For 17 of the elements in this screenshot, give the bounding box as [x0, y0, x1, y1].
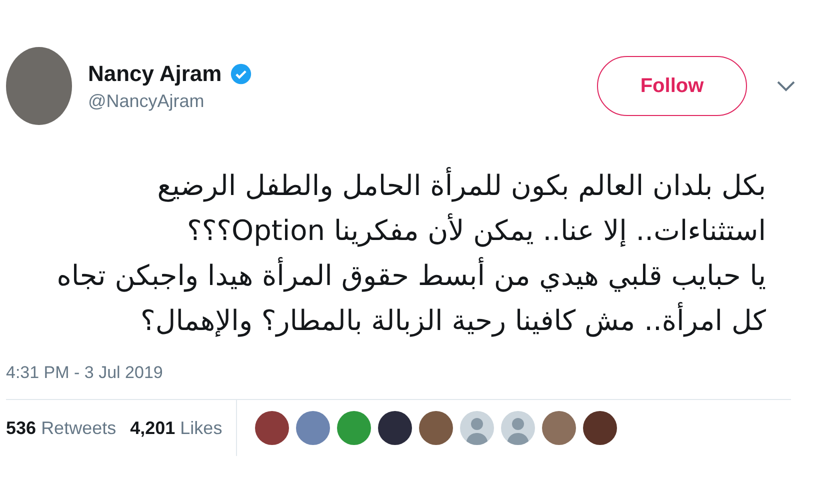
author-handle[interactable]: @NancyAjram	[88, 90, 597, 112]
author-name[interactable]: Nancy Ajram	[88, 60, 222, 86]
avatar-photo-placeholder[interactable]	[378, 411, 412, 445]
follow-button[interactable]: Follow	[597, 56, 747, 116]
retweet-count[interactable]: 536 Retweets	[6, 418, 116, 438]
avatar-photo-placeholder[interactable]	[419, 411, 454, 445]
avatar-photo-placeholder[interactable]	[583, 411, 618, 445]
tweet-text-line: كل امرأة.. مش كافينا رحية الزبالة بالمطار؟ والإهمال؟	[140, 301, 766, 339]
default-avatar-icon[interactable]	[460, 411, 494, 445]
tweet-text-line: بكل بلدان العالم بكون للمرأة الحامل والطفل الرضيع	[156, 166, 766, 204]
default-avatar-icon[interactable]	[501, 411, 536, 445]
like-count[interactable]: 4,201 Likes	[130, 418, 222, 438]
tweet-text-line: يا حبايب قلبي هيدي من أبسط حقوق المرأة هيدا واجبكن تجاه	[56, 256, 766, 294]
avatar-photo-placeholder[interactable]	[255, 411, 290, 445]
tweet-timestamp[interactable]: 4:31 PM - 3 Jul 2019	[6, 363, 825, 383]
tweet-text-line: استثناءات.. إلا عنا.. يمكن لأن مفكرينا Option؟؟؟	[186, 212, 766, 249]
chevron-down-icon[interactable]	[777, 80, 795, 92]
